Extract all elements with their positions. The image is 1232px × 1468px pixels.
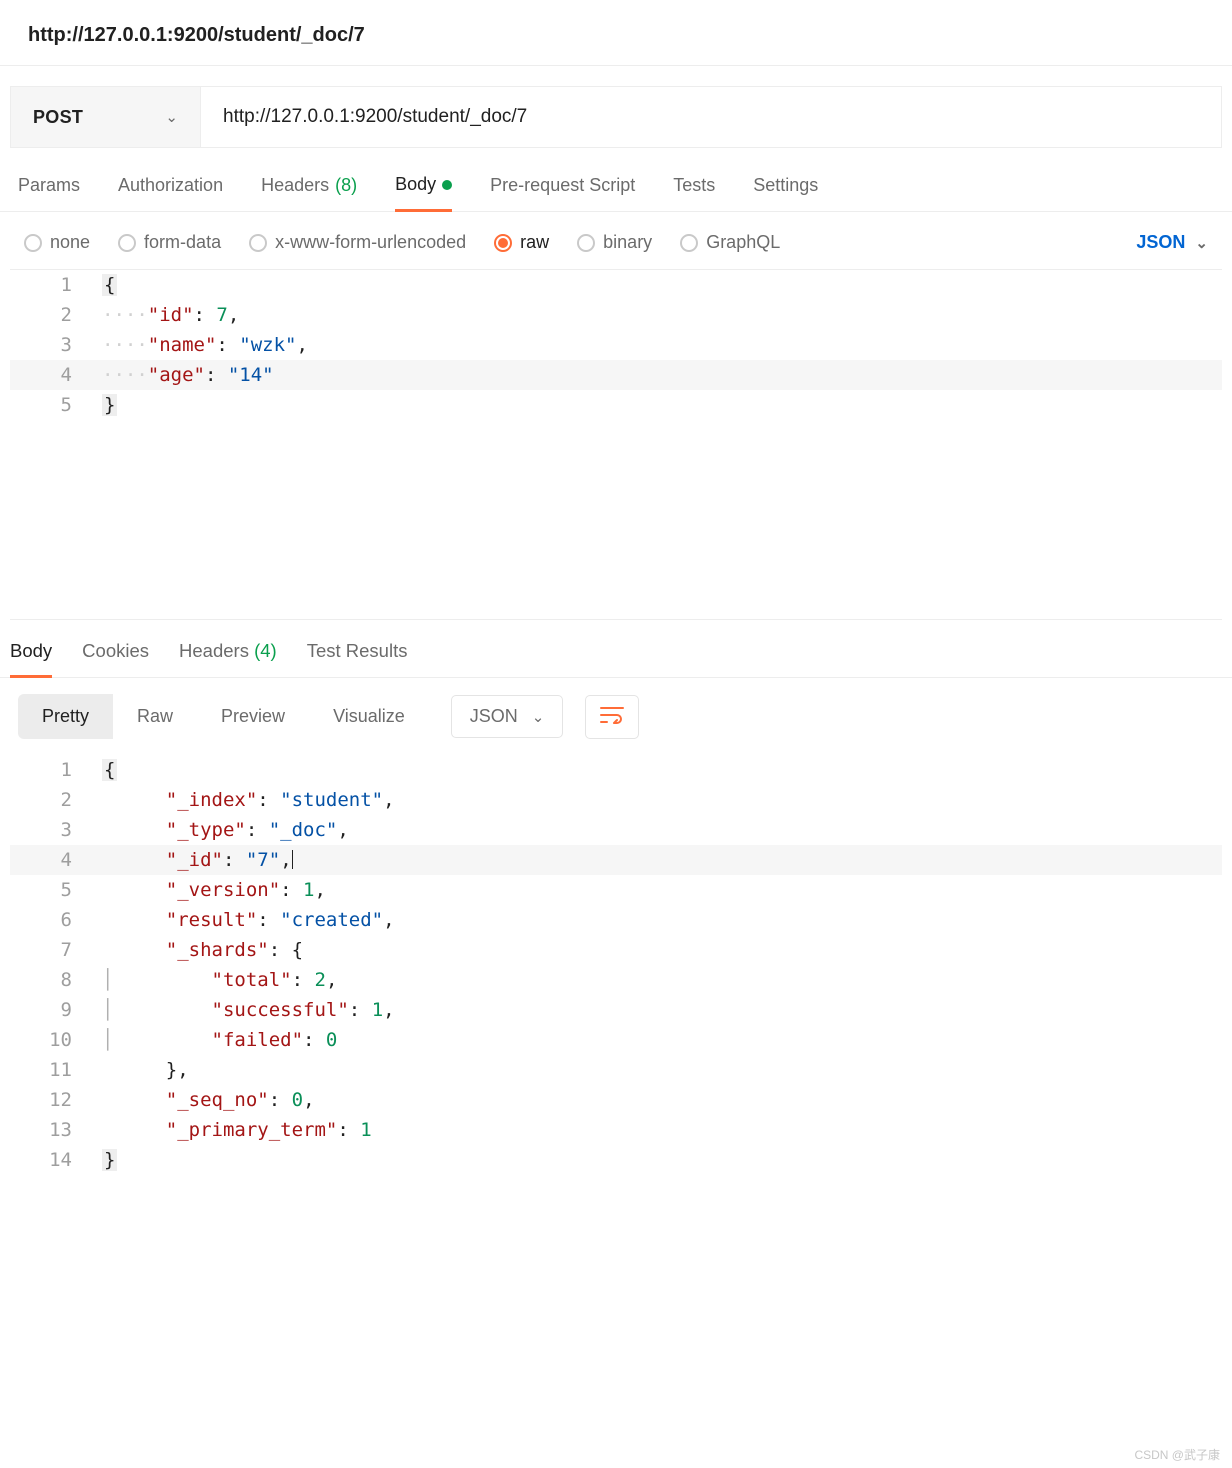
tab-params[interactable]: Params: [18, 174, 80, 211]
request-body-editor[interactable]: 1{ 2····"id": 7, 3····"name": "wzk", 4··…: [10, 269, 1222, 420]
wrap-icon: [600, 706, 624, 724]
radio-urlencoded[interactable]: x-www-form-urlencoded: [249, 232, 466, 253]
line-number: 8: [10, 965, 102, 995]
line-number: 3: [10, 330, 102, 360]
view-raw-button[interactable]: Raw: [113, 694, 197, 739]
request-row: POST ⌄ http://127.0.0.1:9200/student/_do…: [10, 86, 1222, 148]
tab-prerequest[interactable]: Pre-request Script: [490, 174, 635, 211]
line-number: 2: [10, 300, 102, 330]
watermark: CSDN @武子康: [1134, 1446, 1220, 1463]
url-text: http://127.0.0.1:9200/student/_doc/7: [223, 106, 527, 128]
tab-headers[interactable]: Headers (8): [261, 174, 357, 211]
body-modified-dot-icon: [442, 180, 452, 190]
body-format-select[interactable]: JSON ⌄: [1136, 232, 1208, 253]
line-number: 14: [10, 1145, 102, 1175]
line-number: 4: [10, 845, 102, 875]
line-number: 2: [10, 785, 102, 815]
line-number: 10: [10, 1025, 102, 1055]
line-number: 9: [10, 995, 102, 1025]
chevron-down-icon: ⌄: [532, 708, 545, 726]
wrap-lines-button[interactable]: [585, 695, 639, 739]
url-input[interactable]: http://127.0.0.1:9200/student/_doc/7: [201, 87, 1221, 147]
format-label: JSON: [1136, 232, 1185, 253]
view-mode-segment: Pretty Raw Preview Visualize: [18, 694, 429, 739]
page-title: http://127.0.0.1:9200/student/_doc/7: [28, 24, 1204, 47]
response-tab-test-results[interactable]: Test Results: [307, 640, 408, 677]
line-number: 1: [10, 270, 102, 300]
tab-headers-label: Headers: [261, 175, 329, 196]
radio-raw[interactable]: raw: [494, 232, 549, 253]
http-method: POST: [33, 107, 83, 128]
body-type-row: none form-data x-www-form-urlencoded raw…: [0, 212, 1232, 269]
line-number: 12: [10, 1085, 102, 1115]
view-pretty-button[interactable]: Pretty: [18, 694, 113, 739]
title-bar: http://127.0.0.1:9200/student/_doc/7: [0, 0, 1232, 66]
radio-graphql[interactable]: GraphQL: [680, 232, 780, 253]
chevron-down-icon: ⌄: [1195, 234, 1208, 252]
http-method-select[interactable]: POST ⌄: [11, 87, 201, 147]
line-number: 7: [10, 935, 102, 965]
tab-body-label: Body: [395, 174, 436, 195]
response-controls: Pretty Raw Preview Visualize JSON⌄: [0, 678, 1232, 755]
tab-authorization[interactable]: Authorization: [118, 174, 223, 211]
tab-tests[interactable]: Tests: [673, 174, 715, 211]
view-preview-button[interactable]: Preview: [197, 694, 309, 739]
line-number: 5: [10, 390, 102, 420]
line-number: 13: [10, 1115, 102, 1145]
radio-binary[interactable]: binary: [577, 232, 652, 253]
line-number: 6: [10, 905, 102, 935]
editor-spacer: [10, 420, 1222, 620]
request-tabs: Params Authorization Headers (8) Body Pr…: [0, 148, 1232, 212]
response-tab-headers[interactable]: Headers (4): [179, 640, 277, 677]
view-visualize-button[interactable]: Visualize: [309, 694, 429, 739]
chevron-down-icon: ⌄: [165, 108, 178, 126]
response-body-viewer[interactable]: 1{ 2 "_index": "student", 3 "_type": "_d…: [10, 755, 1222, 1175]
radio-none[interactable]: none: [24, 232, 90, 253]
response-tab-cookies[interactable]: Cookies: [82, 640, 149, 677]
response-format-select[interactable]: JSON⌄: [451, 695, 564, 738]
line-number: 3: [10, 815, 102, 845]
headers-count: (8): [335, 175, 357, 196]
line-number: 4: [10, 360, 102, 390]
tab-settings[interactable]: Settings: [753, 174, 818, 211]
radio-form-data[interactable]: form-data: [118, 232, 221, 253]
tab-body[interactable]: Body: [395, 174, 452, 212]
line-number: 1: [10, 755, 102, 785]
response-tab-body[interactable]: Body: [10, 640, 52, 678]
response-headers-count: (4): [254, 640, 277, 661]
line-number: 5: [10, 875, 102, 905]
line-number: 11: [10, 1055, 102, 1085]
response-tabs: Body Cookies Headers (4) Test Results: [0, 620, 1232, 678]
